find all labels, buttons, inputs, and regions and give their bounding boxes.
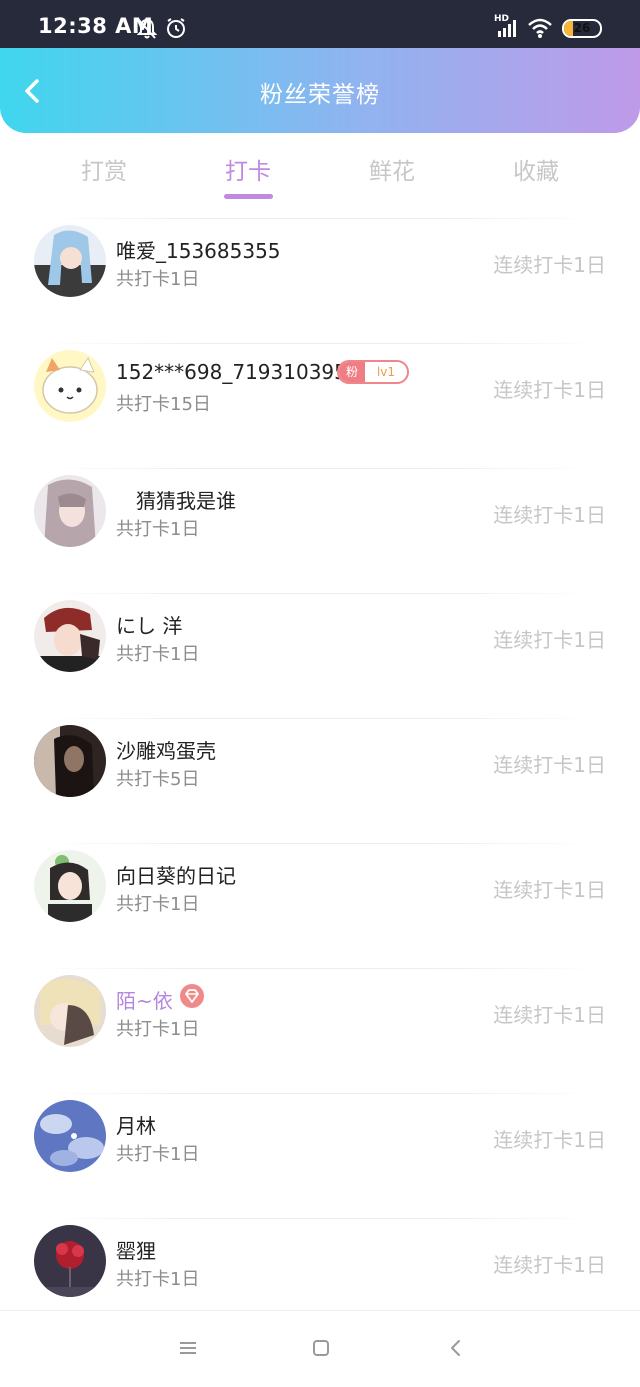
total-checkins: 共打卡1日: [116, 894, 200, 915]
tab-flowers[interactable]: 鲜花: [342, 152, 442, 186]
user-name: 唯爱_153685355: [116, 239, 281, 263]
streak-days: 连续打卡1日: [493, 1253, 606, 1277]
list-item[interactable]: 猜猜我是谁 共打卡1日 连续打卡1日: [0, 468, 640, 593]
divider: [40, 343, 600, 344]
status-bar: 12:38 AM HD 26: [0, 0, 640, 48]
total-checkins: 共打卡5日: [116, 769, 200, 790]
total-checkins: 共打卡1日: [116, 1144, 200, 1165]
divider: [40, 468, 600, 469]
user-name: 猜猜我是谁: [136, 489, 236, 513]
alarm-icon: [165, 17, 187, 43]
list-item[interactable]: 152***698_719310395 共打卡15日 连续打卡1日: [0, 343, 640, 468]
streak-days: 连续打卡1日: [493, 1128, 606, 1152]
divider: [40, 218, 600, 219]
avatar[interactable]: [34, 350, 106, 422]
ranking-list: 唯爱_153685355 共打卡1日 连续打卡1日 152***698_7193…: [0, 218, 640, 1343]
signal-icon: [496, 18, 518, 42]
back-arrow-icon[interactable]: [446, 1338, 466, 1362]
menu-icon[interactable]: [178, 1338, 198, 1362]
streak-days: 连续打卡1日: [493, 628, 606, 652]
total-checkins: 共打卡1日: [116, 519, 200, 540]
list-item[interactable]: 陌~依 共打卡1日 连续打卡1日: [0, 968, 640, 1093]
avatar[interactable]: [34, 1225, 106, 1297]
tab-checkin[interactable]: 打卡: [198, 152, 298, 186]
user-name: 月林: [116, 1114, 156, 1138]
avatar[interactable]: [34, 975, 106, 1047]
home-square-icon[interactable]: [311, 1338, 331, 1362]
avatar[interactable]: [34, 1100, 106, 1172]
streak-days: 连续打卡1日: [493, 1003, 606, 1027]
list-item[interactable]: 沙雕鸡蛋壳 共打卡5日 连续打卡1日: [0, 718, 640, 843]
streak-days: 连续打卡1日: [493, 378, 606, 402]
divider: [40, 1093, 600, 1094]
list-item[interactable]: 唯爱_153685355 共打卡1日 连续打卡1日: [0, 218, 640, 343]
streak-days: 连续打卡1日: [493, 878, 606, 902]
total-checkins: 共打卡1日: [116, 1019, 200, 1040]
avatar[interactable]: [34, 225, 106, 297]
wifi-icon: [527, 17, 553, 43]
page-title: 粉丝荣誉榜: [260, 82, 380, 108]
divider: [40, 593, 600, 594]
system-nav-bar: [0, 1310, 640, 1387]
fan-badge-label: 粉: [339, 362, 365, 382]
divider: [40, 843, 600, 844]
streak-days: 连续打卡1日: [493, 753, 606, 777]
header-bar: 粉丝荣誉榜: [0, 48, 640, 133]
avatar[interactable]: [34, 725, 106, 797]
avatar[interactable]: [34, 600, 106, 672]
tab-reward[interactable]: 打赏: [54, 152, 154, 186]
user-name: 陌~依: [116, 989, 173, 1013]
fan-badge-level: lv1: [376, 365, 396, 379]
avatar[interactable]: [34, 475, 106, 547]
tab-favorites[interactable]: 收藏: [486, 152, 586, 186]
streak-days: 连续打卡1日: [493, 253, 606, 277]
user-name: 罂狸: [116, 1239, 156, 1263]
total-checkins: 共打卡1日: [116, 269, 200, 290]
avatar[interactable]: [34, 850, 106, 922]
tab-indicator: [224, 194, 273, 199]
list-item[interactable]: 月林 共打卡1日 连续打卡1日: [0, 1093, 640, 1218]
fan-level-badge: 粉 lv1: [337, 360, 409, 384]
streak-days: 连续打卡1日: [493, 503, 606, 527]
diamond-icon: [179, 983, 205, 1009]
list-item[interactable]: にし 洋 共打卡1日 连续打卡1日: [0, 593, 640, 718]
user-name: にし 洋: [116, 614, 183, 638]
divider: [40, 968, 600, 969]
list-item[interactable]: 向日葵的日记 共打卡1日 连续打卡1日: [0, 843, 640, 968]
bell-muted-icon: [136, 18, 158, 44]
total-checkins: 共打卡15日: [116, 394, 211, 415]
tab-bar: 打赏 打卡 鲜花 收藏: [0, 140, 640, 202]
battery-level: 26: [573, 21, 591, 35]
total-checkins: 共打卡1日: [116, 1269, 200, 1290]
user-name: 向日葵的日记: [116, 864, 236, 888]
total-checkins: 共打卡1日: [116, 644, 200, 665]
divider: [40, 1218, 600, 1219]
divider: [40, 718, 600, 719]
user-name: 152***698_719310395: [116, 360, 347, 384]
user-name: 沙雕鸡蛋壳: [116, 739, 216, 763]
battery-icon: 26: [562, 19, 602, 38]
